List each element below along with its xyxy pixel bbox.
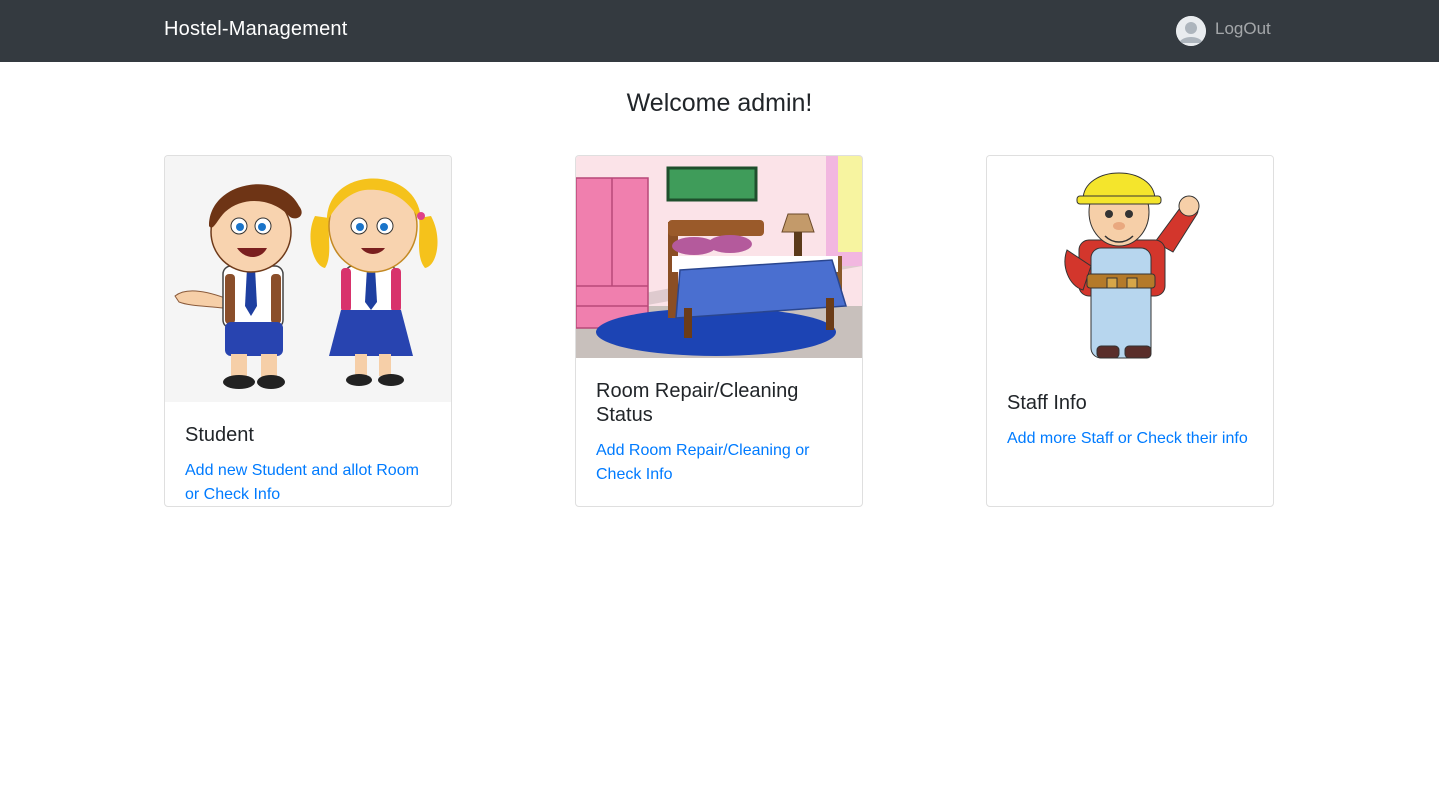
- brand-link[interactable]: Hostel-Management: [164, 18, 348, 41]
- student-card-link[interactable]: Add new Student and allot Room or Check …: [185, 459, 431, 506]
- student-card-title: Student: [185, 424, 254, 446]
- students-illustration: [165, 156, 451, 402]
- top-navbar: Hostel-Management LogOut: [0, 0, 1439, 62]
- staff-card-title: Staff Info: [1007, 392, 1087, 414]
- student-card: Student Add new Student and allot Room o…: [164, 155, 452, 507]
- staff-card: Staff Info Add more Staff or Check their…: [986, 155, 1274, 507]
- room-card: Room Repair/Cleaning Status Add Room Rep…: [575, 155, 863, 507]
- welcome-heading: Welcome admin!: [626, 89, 813, 117]
- worker-illustration: [987, 156, 1273, 362]
- logout-link[interactable]: LogOut: [1215, 19, 1271, 39]
- staff-card-link[interactable]: Add more Staff or Check their info: [1007, 427, 1253, 451]
- bedroom-illustration: [576, 156, 862, 358]
- room-card-title: Room Repair/Cleaning Status: [596, 380, 799, 426]
- user-avatar-icon[interactable]: [1176, 16, 1206, 46]
- room-card-link[interactable]: Add Room Repair/Cleaning or Check Info: [596, 439, 842, 487]
- user-menu: LogOut: [1176, 15, 1271, 47]
